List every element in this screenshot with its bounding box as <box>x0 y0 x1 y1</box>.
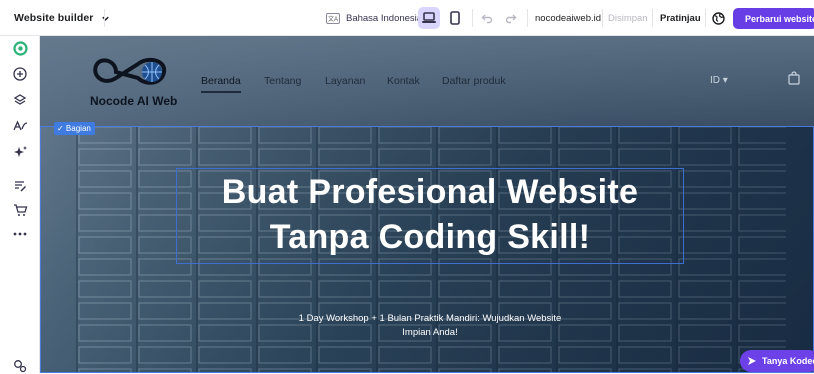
hero-title-line: Tanpa Coding Skill! <box>269 218 591 256</box>
ask-kodee-label: Tanya Kodee <box>762 356 814 366</box>
divider <box>104 9 105 27</box>
undo-button[interactable] <box>476 7 498 29</box>
ask-kodee-button[interactable]: Tanya Kodee <box>740 350 814 372</box>
cart-icon <box>13 204 27 216</box>
hero-subtitle-line: Impian Anda! <box>402 327 458 338</box>
site-language-select[interactable]: ID ▾ <box>710 75 728 86</box>
hero-title[interactable]: Buat Profesional Website Tanpa Coding Sk… <box>176 170 684 260</box>
settings-gears-icon <box>14 360 27 373</box>
undo-icon <box>481 14 493 24</box>
globe-button[interactable] <box>707 7 729 29</box>
builder-menu[interactable]: Website builder <box>14 0 111 36</box>
blog-button[interactable] <box>12 178 28 194</box>
language-selector[interactable]: 文A Bahasa Indonesia <box>326 0 422 36</box>
domain-link[interactable]: nocodeaiweb.id <box>535 0 601 36</box>
help-button[interactable] <box>12 358 28 374</box>
store-button[interactable] <box>12 202 28 218</box>
ai-chat-icon <box>748 357 756 365</box>
section-label-tag[interactable]: ✓ Bagian <box>54 122 95 135</box>
nav-link-daftar-produk[interactable]: Daftar produk <box>442 75 506 87</box>
divider <box>472 9 473 27</box>
layers-button[interactable] <box>12 92 28 108</box>
publish-button[interactable]: Perbarui website <box>733 8 814 29</box>
language-label: Bahasa Indonesia <box>346 12 423 24</box>
globe-icon <box>711 11 725 25</box>
editor-canvas[interactable]: Nocode AI Web Beranda Tentang Layanan Ko… <box>40 36 814 373</box>
redo-button[interactable] <box>500 7 522 29</box>
ai-tools-button[interactable] <box>12 144 28 160</box>
chevron-down-icon <box>101 16 109 21</box>
divider <box>652 9 653 27</box>
redo-icon <box>505 14 517 24</box>
hero-subtitle[interactable]: 1 Day Workshop + 1 Bulan Praktik Mandiri… <box>270 312 590 340</box>
divider <box>602 9 603 27</box>
divider <box>527 9 528 27</box>
phone-icon <box>450 11 460 25</box>
mobile-view-button[interactable] <box>444 7 466 29</box>
nav-link-tentang[interactable]: Tentang <box>264 75 301 87</box>
sparkles-icon <box>13 145 27 157</box>
ai-logo-icon <box>12 40 28 56</box>
layers-icon <box>13 94 27 105</box>
more-dots-icon <box>13 232 27 236</box>
infinity-globe-logo-icon <box>93 57 167 85</box>
nav-link-layanan[interactable]: Layanan <box>325 75 365 87</box>
edit-list-icon <box>15 181 27 192</box>
site-logo-text: Nocode AI Web <box>90 94 178 108</box>
nav-link-kontak[interactable]: Kontak <box>387 75 420 87</box>
plus-circle-icon <box>13 67 27 81</box>
translate-icon: 文A <box>326 12 340 24</box>
hero-subtitle-line: 1 Day Workshop + 1 Bulan Praktik Mandiri… <box>298 313 562 324</box>
ai-assistant-button[interactable] <box>12 40 28 56</box>
saved-status: Disimpan <box>608 12 648 24</box>
desktop-view-button[interactable] <box>418 7 440 29</box>
add-element-button[interactable] <box>12 66 28 82</box>
laptop-icon <box>422 12 436 23</box>
styles-button[interactable] <box>12 118 28 134</box>
top-bar: Website builder 文A Bahasa Indonesia noco… <box>0 0 814 36</box>
font-style-icon <box>12 120 27 131</box>
divider <box>705 9 706 27</box>
shopping-bag-icon[interactable] <box>788 71 800 85</box>
left-sidebar <box>0 36 40 373</box>
nav-link-beranda[interactable]: Beranda <box>201 75 241 87</box>
nav-active-indicator <box>201 91 241 93</box>
preview-button[interactable]: Pratinjau <box>660 0 701 36</box>
builder-title: Website builder <box>14 12 94 24</box>
hero-title-line: Buat Profesional Website <box>221 173 639 211</box>
more-button[interactable] <box>12 226 28 242</box>
